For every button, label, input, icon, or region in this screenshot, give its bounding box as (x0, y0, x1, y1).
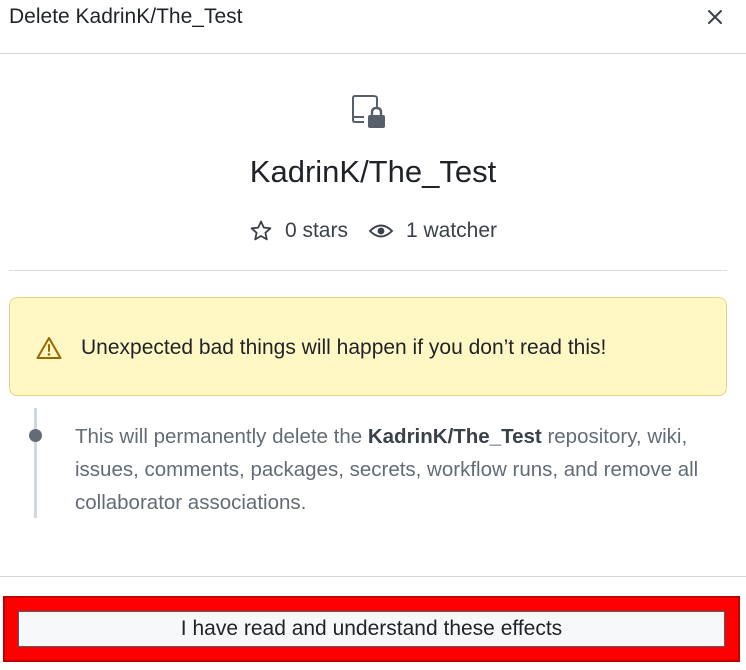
x-icon (708, 10, 722, 24)
eye-icon (368, 224, 394, 238)
close-button[interactable] (700, 3, 730, 31)
alert-icon (36, 337, 62, 359)
repo-stats: 0 stars 1 watcher (0, 216, 746, 246)
timeline-line (34, 408, 37, 518)
effect-prefix: This will permanently delete the (75, 425, 368, 448)
watchers-count: 1 watcher (405, 219, 498, 242)
footer-divider (0, 576, 746, 577)
timeline-dot (29, 429, 42, 442)
confirm-understand-button[interactable]: I have read and understand these effects (18, 611, 725, 647)
stars-stat: 0 stars (249, 219, 348, 243)
repo-name: KadrinK/The_Test (249, 154, 497, 189)
divider (9, 270, 727, 271)
stars-count: 0 stars (284, 219, 348, 242)
dialog-title: Delete KadrinK/The_Test (9, 5, 243, 28)
repo-locked-icon (350, 93, 390, 133)
watchers-stat: 1 watcher (368, 219, 497, 243)
star-icon (250, 220, 272, 241)
warning-text: Unexpected bad things will happen if you… (81, 336, 607, 359)
warning-flash: Unexpected bad things will happen if you… (9, 297, 727, 396)
dialog-header: Delete KadrinK/The_Test (0, 0, 746, 54)
effect-repo-name: KadrinK/The_Test (367, 425, 542, 448)
effect-description: This will permanently delete the KadrinK… (75, 420, 715, 519)
